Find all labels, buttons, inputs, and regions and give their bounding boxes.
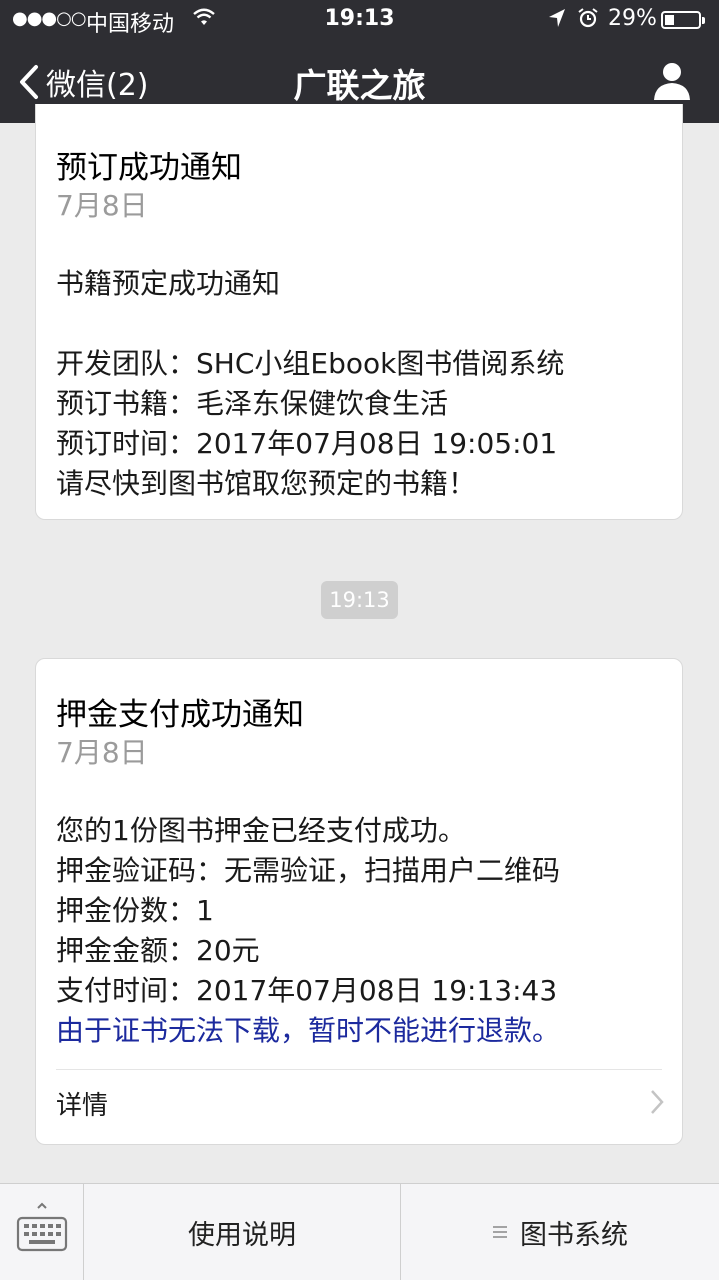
- message-date: 7月8日: [56, 736, 148, 769]
- message-card-booking[interactable]: 预订成功通知 7月8日 书籍预定成功通知 开发团队：SHC小组Ebook图书借阅…: [35, 104, 683, 520]
- message-title: 预订成功通知: [56, 150, 242, 186]
- keyboard-icon: [16, 1202, 68, 1252]
- message-line: 书籍预定成功通知: [56, 267, 281, 300]
- submenu-lines-icon: [493, 1226, 507, 1238]
- message-line: 请尽快到图书馆取您预定的书籍！: [56, 467, 477, 500]
- message-title: 押金支付成功通知: [56, 697, 304, 733]
- message-line: 押金份数：1: [56, 894, 214, 927]
- page-title: 广联之旅: [293, 66, 426, 105]
- menu-item-library-system[interactable]: 图书系统: [401, 1184, 719, 1280]
- battery-fill: [665, 15, 674, 25]
- detail-link[interactable]: 详情: [56, 1085, 108, 1122]
- message-line: 您的1份图书押金已经支付成功。: [56, 814, 466, 847]
- status-bar: ●●●○○ 中国移动 19:13 29%: [0, 0, 719, 40]
- message-line: 支付时间：2017年07月08日 19:13:43: [56, 974, 558, 1007]
- chevron-right-icon: [651, 1090, 664, 1114]
- keyboard-toggle-button[interactable]: [0, 1184, 84, 1280]
- message-card-deposit[interactable]: 押金支付成功通知 7月8日 您的1份图书押金已经支付成功。 押金验证码：无需验证…: [35, 658, 683, 1145]
- battery-icon: [661, 11, 705, 29]
- message-line: 预订书籍：毛泽东保健饮食生活: [56, 387, 449, 420]
- menu-item-instructions[interactable]: 使用说明: [84, 1184, 401, 1280]
- message-remark: 由于证书无法下载，暂时不能进行退款。: [56, 1014, 561, 1047]
- battery-percent: 29%: [608, 6, 657, 31]
- message-line: 押金验证码：无需验证，扫描用户二维码: [56, 854, 561, 887]
- timestamp-pill: 19:13: [321, 581, 398, 619]
- profile-icon[interactable]: [653, 61, 691, 101]
- bottom-menu: 使用说明 图书系统: [0, 1183, 719, 1280]
- location-arrow-icon: [549, 9, 565, 27]
- message-line: 预订时间：2017年07月08日 19:05:01: [56, 427, 558, 460]
- alarm-clock-icon: [578, 8, 598, 28]
- divider: [56, 1069, 662, 1070]
- message-line: 押金金额：20元: [56, 934, 260, 967]
- message-date: 7月8日: [56, 189, 148, 222]
- menu-item-label: 使用说明: [188, 1219, 296, 1251]
- menu-item-label: 图书系统: [520, 1219, 628, 1251]
- message-line: 开发团队：SHC小组Ebook图书借阅系统: [56, 347, 565, 380]
